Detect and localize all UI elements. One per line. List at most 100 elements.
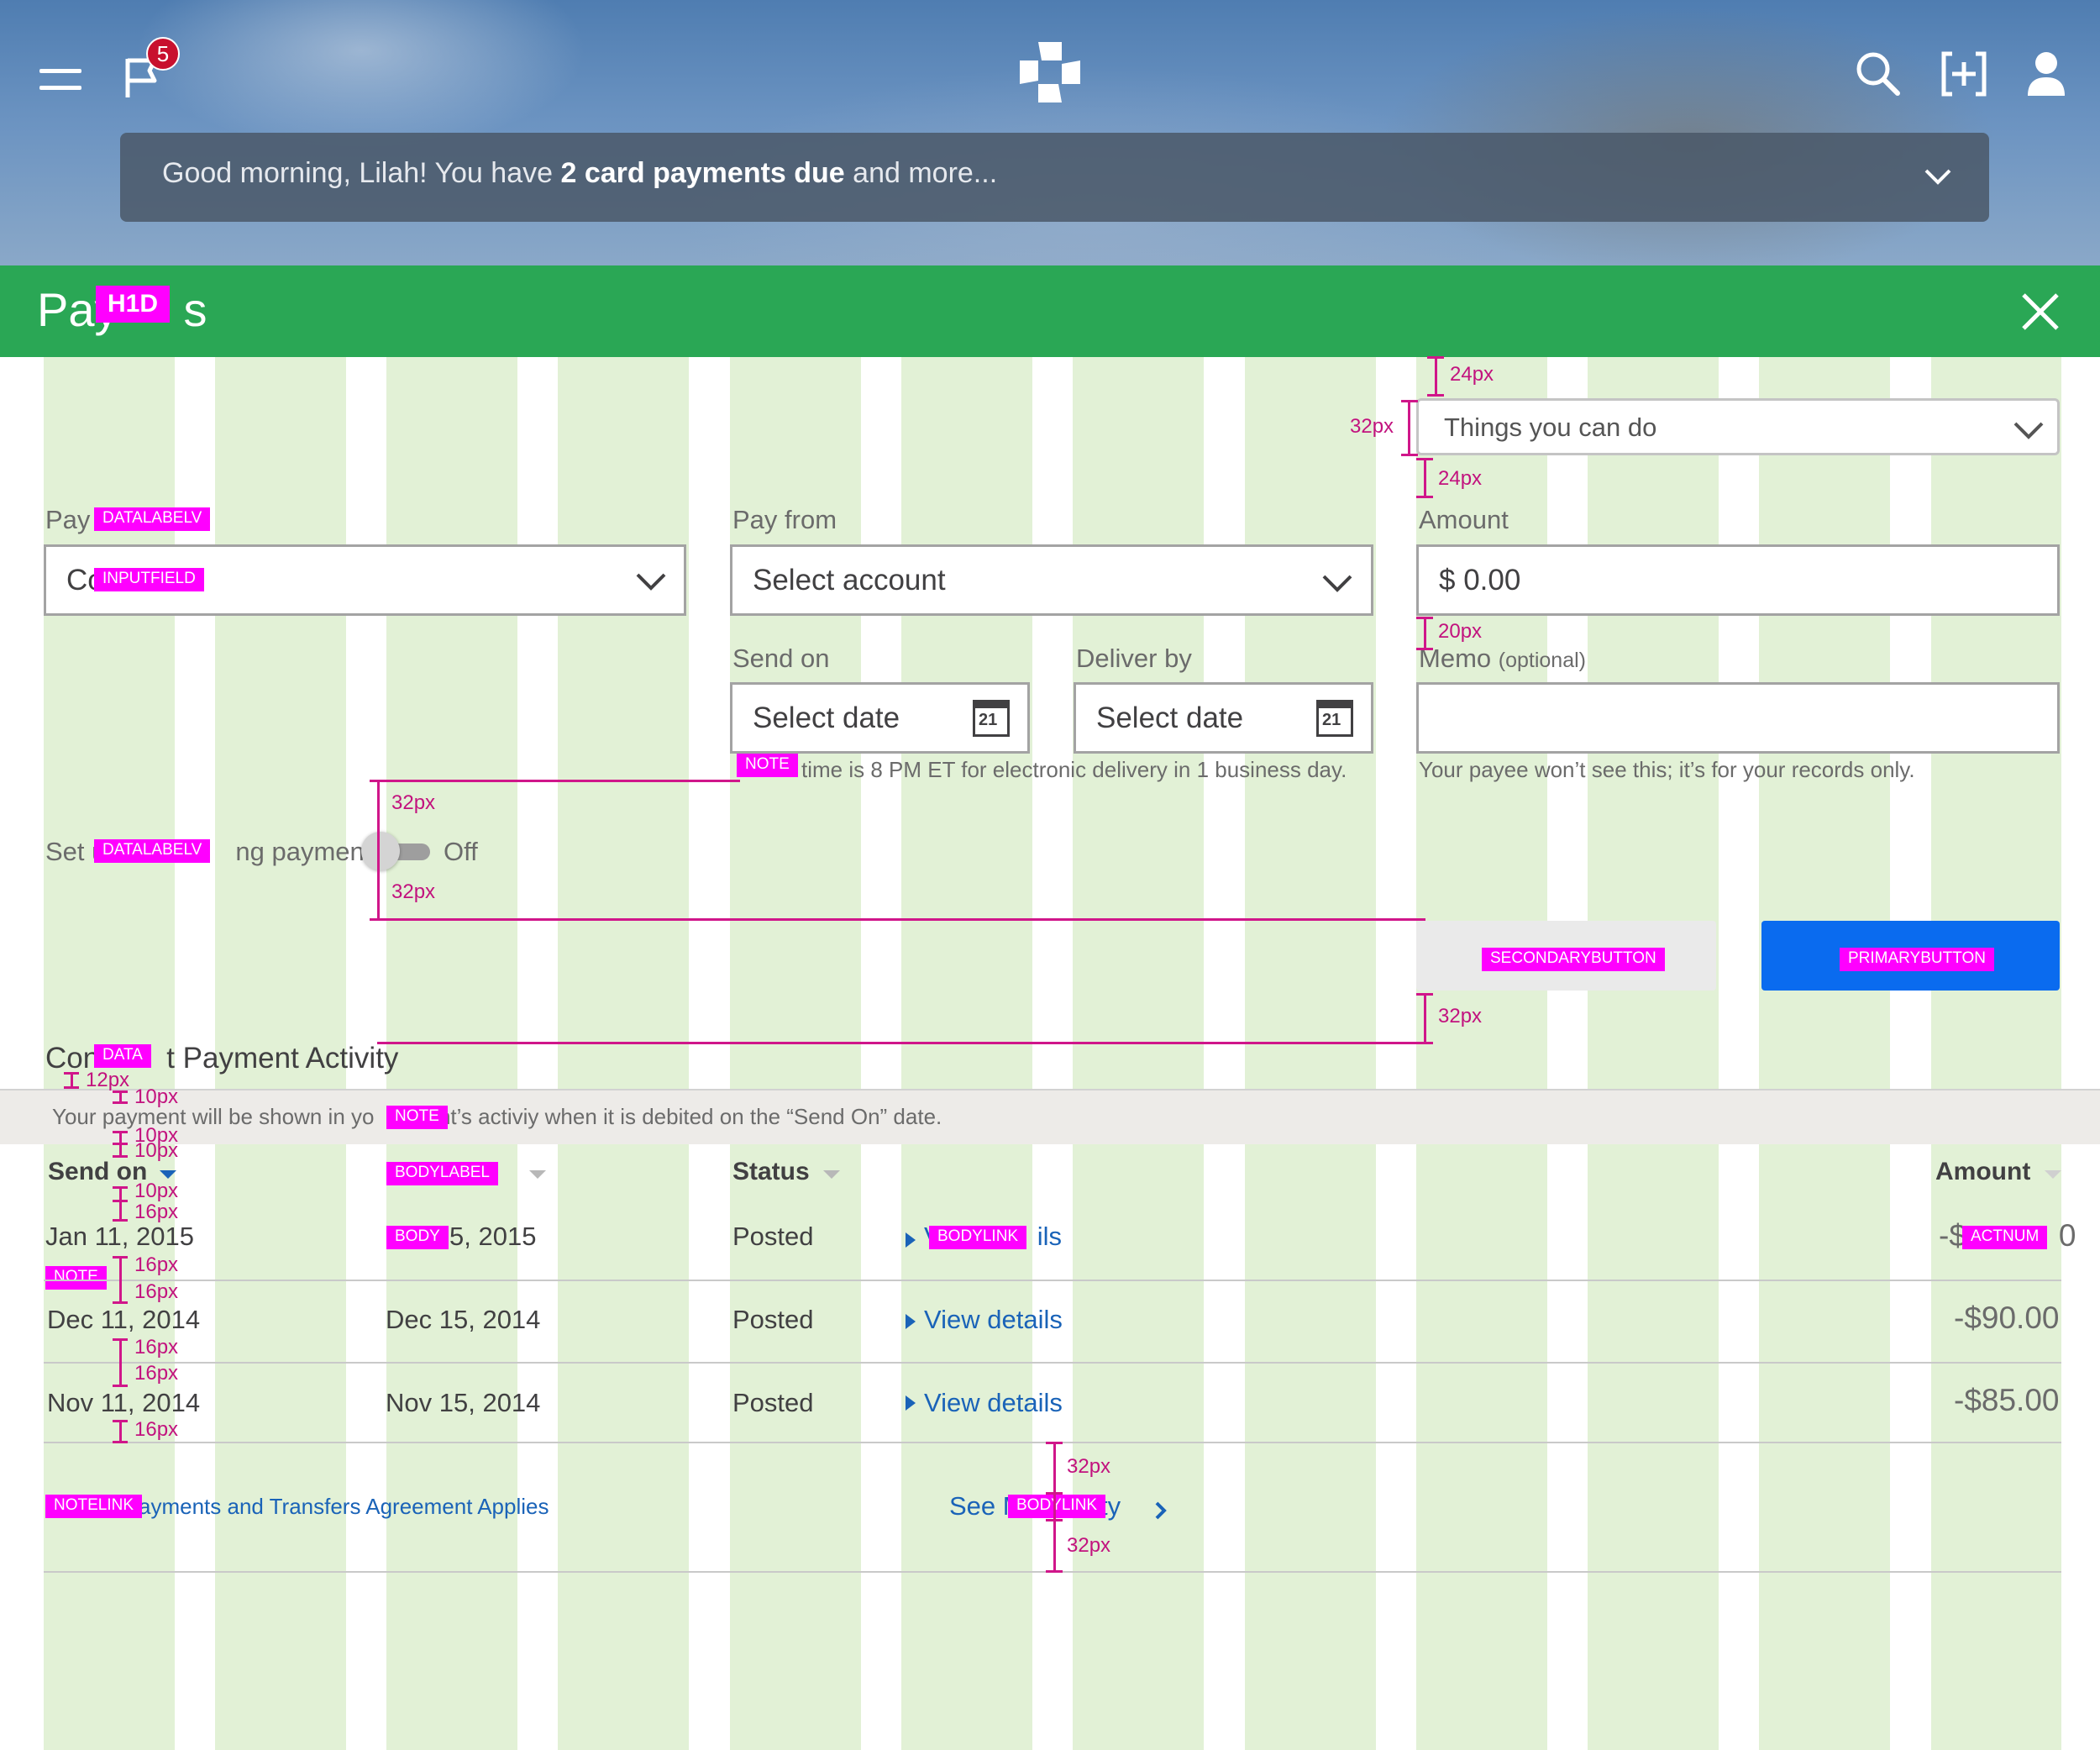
- measure-line: [113, 1441, 128, 1443]
- chevron-down-icon: [2013, 422, 2044, 439]
- caret-right-icon[interactable]: [904, 1394, 917, 1412]
- deliver-by-date-picker[interactable]: Select date 21: [1074, 682, 1373, 754]
- measure-line: [1416, 458, 1433, 460]
- measure-line: [113, 1143, 128, 1145]
- measure-line: [64, 1086, 79, 1089]
- measure-line: [113, 1219, 128, 1222]
- measure-line: [1401, 400, 1418, 402]
- measure-line: [1046, 1492, 1063, 1495]
- note-annotation-tag: NOTE: [45, 1266, 107, 1290]
- note-annotation-tag: NOTE: [737, 754, 798, 777]
- toggle-state-label: Off: [444, 837, 478, 866]
- calendar-icon[interactable]: 21: [1316, 700, 1353, 737]
- measure-line: [1046, 1519, 1063, 1521]
- payments-page-header: Pay s H1D: [0, 265, 2100, 357]
- measure-label: 24px: [1438, 467, 1483, 490]
- column-header-send-on[interactable]: Send on: [48, 1158, 147, 1186]
- measure-line: [377, 1042, 1425, 1044]
- profile-icon[interactable]: [2024, 50, 2068, 97]
- measure-label: 32px: [1350, 415, 1394, 438]
- sort-arrow-icon[interactable]: [158, 1169, 178, 1180]
- bodylink-annotation-tag: BODYLINK: [1008, 1495, 1106, 1518]
- calendar-day: 21: [1322, 711, 1341, 729]
- measure-line: [1416, 648, 1433, 650]
- amount-value: $ 0.00: [1439, 564, 1521, 596]
- measure-line: [1427, 394, 1444, 397]
- deliver-by-label: Deliver by: [1076, 644, 1192, 673]
- measure-line: [1408, 400, 1410, 455]
- row-deliver-by: Nov 15, 2014: [386, 1388, 541, 1417]
- measure-line: [1424, 993, 1426, 1044]
- sort-arrow-icon[interactable]: [2043, 1169, 2063, 1180]
- view-details-link[interactable]: View details: [924, 1388, 1063, 1418]
- agreement-link[interactable]: ayments and Transfers Agreement Applies: [139, 1494, 549, 1520]
- measure-line: [1416, 496, 1433, 498]
- amount-input[interactable]: $ 0.00: [1416, 544, 2060, 616]
- measure-label: 10px: [134, 1180, 179, 1202]
- caret-right-icon[interactable]: [904, 1312, 917, 1331]
- measure-label: 16px: [134, 1253, 179, 1276]
- measure-line: [119, 1420, 122, 1443]
- greeting-banner[interactable]: Good morning, Lilah! You have 2 card pay…: [120, 133, 1989, 222]
- calendar-icon[interactable]: 21: [973, 700, 1010, 737]
- close-icon[interactable]: [2021, 292, 2060, 331]
- chase-octagon-logo[interactable]: [1018, 40, 1082, 104]
- sort-arrow-icon[interactable]: [528, 1169, 548, 1180]
- transfer-icon[interactable]: [1940, 50, 1987, 97]
- measure-line: [113, 1131, 128, 1133]
- measure-label: 10px: [134, 1139, 179, 1162]
- row-status: Posted: [732, 1388, 814, 1417]
- measure-line: [1424, 617, 1426, 650]
- measure-label: 24px: [1450, 363, 1494, 386]
- notification-badge[interactable]: 5: [146, 37, 180, 71]
- datalabelv-annotation-tag: DATALABELV: [94, 507, 211, 531]
- body-annotation-tag: BODY: [386, 1226, 449, 1249]
- measure-line: [113, 1301, 128, 1304]
- view-details-link[interactable]: View details: [924, 1305, 1063, 1335]
- note-annotation-tag: NOTE: [386, 1106, 448, 1129]
- toggle-thumb: [361, 832, 400, 870]
- measure-label: 16px: [134, 1201, 179, 1223]
- measure-line: [377, 780, 740, 782]
- measure-line: [113, 1420, 128, 1422]
- chevron-right-icon[interactable]: [1154, 1500, 1168, 1521]
- memo-input[interactable]: [1416, 682, 2060, 754]
- measure-line: [1435, 356, 1437, 397]
- greeting-text: Good morning, Lilah! You have 2 card pay…: [162, 157, 998, 189]
- memo-help-text: Your payee won’t see this; it’s for your…: [1419, 757, 1915, 782]
- column-header-amount[interactable]: Amount: [1935, 1158, 2030, 1186]
- row-divider: [44, 1280, 2061, 1281]
- primarybutton-annotation-tag: PRIMARYBUTTON: [1840, 948, 1994, 971]
- deliver-by-value: Select date: [1096, 702, 1244, 734]
- measure-line: [113, 1385, 128, 1387]
- things-you-can-do-dropdown[interactable]: Things you can do: [1416, 398, 2060, 455]
- measure-label: 16px: [134, 1280, 179, 1303]
- measure-label: 32px: [1438, 1005, 1483, 1027]
- activity-note: Your payment will be shown in yo unt’s ac…: [52, 1104, 942, 1129]
- measure-line: [113, 1256, 128, 1259]
- caret-right-icon[interactable]: [904, 1231, 917, 1249]
- notelink-annotation-tag: NOTELINK: [45, 1495, 143, 1518]
- send-on-date-picker[interactable]: Select date 21: [730, 682, 1030, 754]
- row-amount: -$90.00: [1954, 1301, 2060, 1335]
- repeating-payment-toggle[interactable]: [361, 832, 433, 870]
- pay-from-value: Select account: [753, 564, 946, 596]
- secondarybutton-annotation-tag: SECONDARYBUTTON: [1482, 948, 1665, 971]
- chevron-down-icon: [1322, 575, 1352, 592]
- search-icon[interactable]: [1855, 50, 1902, 97]
- chevron-down-icon[interactable]: [1923, 166, 1953, 187]
- measure-line: [1053, 1442, 1056, 1573]
- pay-from-select[interactable]: Select account: [730, 544, 1373, 616]
- menu-icon[interactable]: [37, 66, 87, 96]
- row-deliver-by: 5, 2015: [449, 1222, 537, 1251]
- row-amount: -$85.00: [1954, 1383, 2060, 1417]
- row-divider: [44, 1362, 2061, 1364]
- row-send-on: Dec 11, 2014: [47, 1305, 201, 1334]
- sort-arrow-icon[interactable]: [822, 1169, 842, 1180]
- chevron-down-icon: [636, 573, 666, 591]
- payments-due-emphasis: 2 card payments due: [560, 157, 845, 189]
- measure-line: [113, 1338, 128, 1341]
- measure-line: [113, 1101, 128, 1104]
- row-deliver-by: Dec 15, 2014: [386, 1305, 541, 1334]
- column-header-status[interactable]: Status: [732, 1158, 810, 1186]
